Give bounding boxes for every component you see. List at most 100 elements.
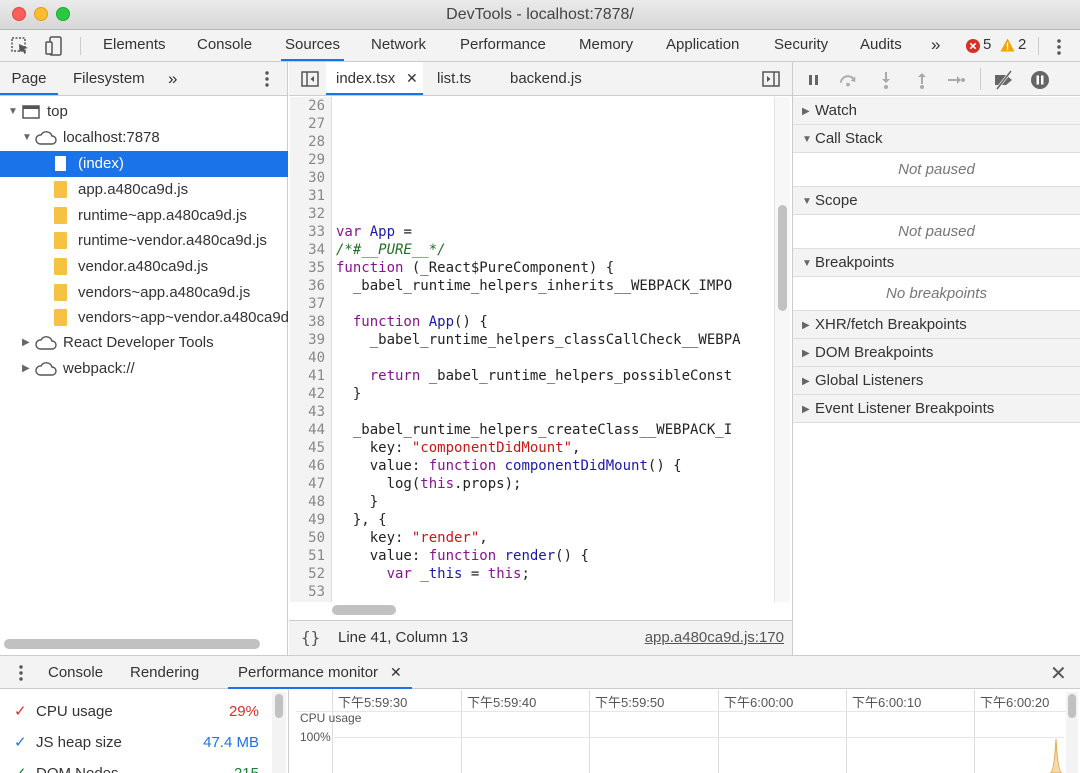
drawer-tab-performance-monitor[interactable]: Performance monitor ✕	[228, 656, 412, 689]
tab-memory[interactable]: Memory	[577, 30, 635, 61]
tab-security[interactable]: Security	[772, 30, 830, 61]
section-event-listener-breakpoints[interactable]: ▶ Event Listener Breakpoints	[793, 395, 1080, 423]
editor-vertical-scrollbar[interactable]	[774, 97, 790, 602]
tree-item-file[interactable]: runtime~app.a480ca9d.js	[0, 203, 288, 229]
section-dom-breakpoints[interactable]: ▶ DOM Breakpoints	[793, 339, 1080, 367]
step-icon[interactable]	[946, 70, 966, 90]
tab-sources[interactable]: Sources	[281, 30, 345, 61]
tab-elements[interactable]: Elements	[101, 30, 168, 61]
section-scope[interactable]: ▼ Scope	[793, 187, 1080, 215]
toggle-navigator-icon[interactable]	[301, 71, 319, 87]
pause-on-exceptions-icon[interactable]	[1030, 70, 1050, 90]
checkmark-icon[interactable]: ✓	[14, 759, 27, 773]
navigator-horizontal-scrollbar[interactable]	[4, 639, 260, 649]
tree-item-file[interactable]: vendors~app~vendor.a480ca9d.js	[0, 305, 288, 331]
collapsed-arrow-icon[interactable]: ▶	[22, 356, 30, 382]
code-editor[interactable]: 26 27 28 29 30 31 32 33 34 35 36 37 38 39 40 41 42 43 44 45…	[290, 97, 774, 602]
line-number[interactable]: 42	[308, 385, 325, 403]
toggle-debugger-icon[interactable]	[762, 71, 780, 87]
maximize-window-button[interactable]	[56, 7, 70, 21]
line-number[interactable]: 27	[308, 115, 325, 133]
navigator-menu-icon[interactable]	[262, 70, 272, 88]
line-number[interactable]: 39	[308, 331, 325, 349]
metric-js-heap-size[interactable]: ✓ JS heap size 47.4 MB	[14, 728, 259, 758]
metric-cpu-usage[interactable]: ✓ CPU usage 29%	[14, 697, 259, 727]
line-number[interactable]: 54	[308, 601, 325, 602]
line-number[interactable]: 38	[308, 313, 325, 331]
line-number[interactable]: 32	[308, 205, 325, 223]
step-over-icon[interactable]	[838, 70, 858, 90]
line-number[interactable]: 51	[308, 547, 325, 565]
tab-network[interactable]: Network	[369, 30, 428, 61]
source-map-link[interactable]: app.a480ca9d.js:170	[645, 629, 784, 646]
tab-filesystem[interactable]: Filesystem	[73, 62, 145, 95]
inspect-element-icon[interactable]	[10, 36, 30, 56]
close-window-button[interactable]	[12, 7, 26, 21]
tab-application[interactable]: Application	[664, 30, 741, 61]
scrollbar-thumb[interactable]	[1068, 694, 1076, 718]
tab-audits[interactable]: Audits	[858, 30, 904, 61]
line-number[interactable]: 26	[308, 97, 325, 115]
tree-item-file[interactable]: runtime~vendor.a480ca9d.js	[0, 228, 288, 254]
editor-tab-index-tsx[interactable]: index.tsx ✕	[326, 62, 423, 95]
tab-console[interactable]: Console	[195, 30, 254, 61]
more-navigator-tabs-button[interactable]: »	[168, 62, 177, 95]
drawer-tab-rendering[interactable]: Rendering	[130, 656, 199, 689]
line-number[interactable]: 34	[308, 241, 325, 259]
pause-icon[interactable]	[804, 70, 824, 90]
step-out-icon[interactable]	[912, 70, 932, 90]
line-number[interactable]: 44	[308, 421, 325, 439]
line-number[interactable]: 46	[308, 457, 325, 475]
close-tab-icon[interactable]: ✕	[390, 656, 402, 689]
tree-item-react-devtools[interactable]: ▶ React Developer Tools	[0, 330, 288, 356]
error-count[interactable]: 5	[983, 36, 991, 53]
metrics-scrollbar[interactable]	[272, 692, 286, 773]
tree-item-localhost[interactable]: ▼ localhost:7878	[0, 125, 288, 151]
checkmark-icon[interactable]: ✓	[14, 697, 27, 727]
line-number[interactable]: 52	[308, 565, 325, 583]
tree-item-index[interactable]: (index)	[0, 151, 288, 177]
section-breakpoints[interactable]: ▼ Breakpoints	[793, 249, 1080, 277]
line-number[interactable]: 30	[308, 169, 325, 187]
device-toolbar-icon[interactable]	[44, 36, 64, 56]
checkmark-icon[interactable]: ✓	[14, 728, 27, 758]
tab-performance[interactable]: Performance	[458, 30, 548, 61]
editor-tab-backend-js[interactable]: backend.js	[510, 62, 582, 95]
scrollbar-thumb[interactable]	[778, 205, 787, 311]
tab-page[interactable]: Page	[0, 62, 58, 95]
minimize-window-button[interactable]	[34, 7, 48, 21]
warning-icon[interactable]	[1000, 38, 1015, 52]
pretty-print-button[interactable]: {}	[301, 628, 320, 647]
drawer-menu-icon[interactable]	[16, 664, 26, 682]
line-number[interactable]: 35	[308, 259, 325, 277]
line-number[interactable]: 36	[308, 277, 325, 295]
error-icon[interactable]	[966, 39, 980, 53]
line-number[interactable]: 31	[308, 187, 325, 205]
line-number[interactable]: 40	[308, 349, 325, 367]
scrollbar-thumb[interactable]	[275, 694, 283, 718]
warning-count[interactable]: 2	[1018, 36, 1026, 53]
step-into-icon[interactable]	[876, 70, 896, 90]
line-number[interactable]: 41	[308, 367, 325, 385]
expand-arrow-icon[interactable]: ▼	[8, 99, 18, 125]
close-tab-icon[interactable]: ✕	[406, 62, 418, 95]
line-number[interactable]: 28	[308, 133, 325, 151]
tree-item-file[interactable]: vendors~app.a480ca9d.js	[0, 280, 288, 306]
line-number[interactable]: 49	[308, 511, 325, 529]
collapsed-arrow-icon[interactable]: ▶	[22, 330, 30, 356]
expand-arrow-icon[interactable]: ▼	[22, 125, 32, 151]
line-number[interactable]: 33	[308, 223, 325, 241]
editor-horizontal-scrollbar[interactable]	[332, 605, 396, 615]
line-number[interactable]: 50	[308, 529, 325, 547]
line-number[interactable]: 43	[308, 403, 325, 421]
section-global-listeners[interactable]: ▶ Global Listeners	[793, 367, 1080, 395]
more-options-icon[interactable]	[1054, 37, 1064, 57]
section-call-stack[interactable]: ▼ Call Stack	[793, 125, 1080, 153]
close-drawer-icon[interactable]: ✕	[1050, 661, 1067, 686]
more-tabs-button[interactable]: »	[929, 30, 942, 61]
tree-item-top[interactable]: ▼ top	[0, 99, 288, 125]
tree-item-file[interactable]: vendor.a480ca9d.js	[0, 254, 288, 280]
tree-item-file[interactable]: app.a480ca9d.js	[0, 177, 288, 203]
section-watch[interactable]: ▶ Watch	[793, 97, 1080, 125]
line-number[interactable]: 29	[308, 151, 325, 169]
